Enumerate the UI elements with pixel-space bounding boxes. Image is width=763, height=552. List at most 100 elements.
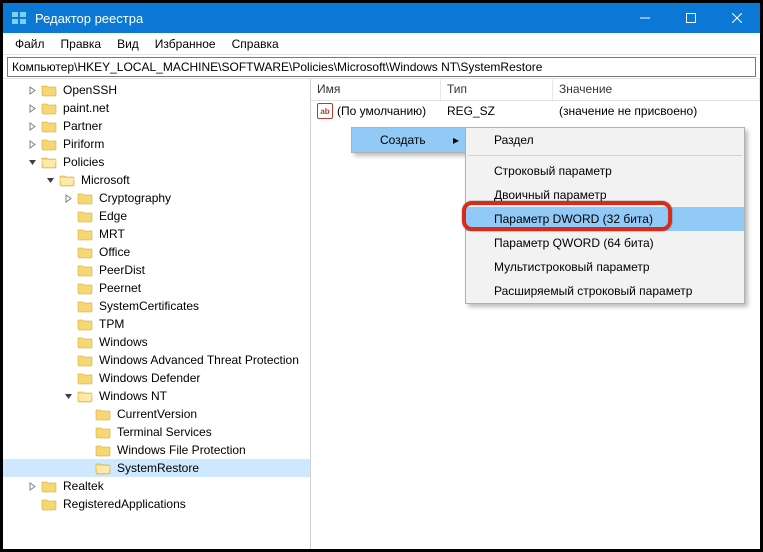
chevron-down-icon[interactable]	[61, 389, 75, 403]
context-menu: Создать ▸	[351, 127, 466, 153]
folder-icon	[41, 155, 57, 169]
tree-item[interactable]: Windows NT	[3, 387, 310, 405]
tree-item[interactable]: Terminal Services	[3, 423, 310, 441]
tree-label: TPM	[97, 317, 126, 331]
tree-item[interactable]: Piriform	[3, 135, 310, 153]
menu-view[interactable]: Вид	[109, 35, 147, 53]
column-value[interactable]: Значение	[553, 79, 760, 100]
column-name[interactable]: Имя	[311, 79, 441, 100]
ctx-new-qword[interactable]: Параметр QWORD (64 бита)	[466, 231, 744, 255]
tree-item[interactable]: Windows Advanced Threat Protection	[3, 351, 310, 369]
chevron-right-icon[interactable]	[25, 101, 39, 115]
tree-item[interactable]: MRT	[3, 225, 310, 243]
tree-label: RegisteredApplications	[61, 497, 188, 511]
tree-label: Partner	[61, 119, 104, 133]
close-button[interactable]	[714, 3, 760, 33]
tree-item[interactable]: Windows Defender	[3, 369, 310, 387]
tree-item[interactable]: TPM	[3, 315, 310, 333]
ctx-create-label: Создать	[380, 133, 426, 147]
column-type[interactable]: Тип	[441, 79, 553, 100]
tree-label: MRT	[97, 227, 127, 241]
chevron-right-icon[interactable]	[61, 191, 75, 205]
chevron-right-icon[interactable]	[25, 119, 39, 133]
string-value-icon: ab	[317, 103, 333, 119]
folder-icon	[77, 335, 93, 349]
chevron-right-icon[interactable]	[25, 137, 39, 151]
menu-help[interactable]: Справка	[224, 35, 287, 53]
address-input[interactable]	[7, 57, 756, 77]
chevron-down-icon[interactable]	[25, 155, 39, 169]
value-name: (По умолчанию)	[337, 104, 426, 118]
tree-label: CurrentVersion	[115, 407, 199, 421]
tree-item[interactable]: paint.net	[3, 99, 310, 117]
tree-label: SystemCertificates	[97, 299, 201, 313]
tree-item[interactable]: SystemRestore	[3, 459, 310, 477]
folder-icon	[77, 371, 93, 385]
tree-item[interactable]: CurrentVersion	[3, 405, 310, 423]
tree-item[interactable]: RegisteredApplications	[3, 495, 310, 513]
folder-icon	[95, 461, 111, 475]
value-type: REG_SZ	[441, 104, 553, 118]
tree-item[interactable]: OpenSSH	[3, 81, 310, 99]
folder-icon	[59, 173, 75, 187]
tree-item[interactable]: Cryptography	[3, 189, 310, 207]
folder-icon	[41, 497, 57, 511]
tree-label: OpenSSH	[61, 83, 119, 97]
chevron-right-icon[interactable]	[25, 83, 39, 97]
tree-item[interactable]: Edge	[3, 207, 310, 225]
context-submenu: Раздел Строковый параметр Двоичный парам…	[465, 127, 745, 304]
folder-icon	[77, 191, 93, 205]
regedit-icon	[11, 10, 27, 26]
list-row-default[interactable]: ab (По умолчанию) REG_SZ (значение не пр…	[311, 101, 760, 121]
folder-icon	[77, 245, 93, 259]
minimize-button[interactable]	[622, 3, 668, 33]
tree-label: Office	[97, 245, 132, 259]
window-title: Редактор реестра	[35, 11, 622, 26]
separator	[468, 155, 742, 156]
folder-icon	[77, 281, 93, 295]
ctx-new-string[interactable]: Строковый параметр	[466, 159, 744, 183]
chevron-down-icon[interactable]	[43, 173, 57, 187]
folder-icon	[77, 263, 93, 277]
tree-item[interactable]: Realtek	[3, 477, 310, 495]
tree-label: Microsoft	[79, 173, 132, 187]
tree-item[interactable]: PeerDist	[3, 261, 310, 279]
tree-item[interactable]: Office	[3, 243, 310, 261]
chevron-right-icon[interactable]	[25, 479, 39, 493]
ctx-create[interactable]: Создать ▸	[352, 128, 465, 152]
ctx-new-dword[interactable]: Параметр DWORD (32 бита)	[466, 207, 744, 231]
menu-edit[interactable]: Правка	[53, 35, 110, 53]
menu-file[interactable]: Файл	[7, 35, 53, 53]
tree-pane[interactable]: OpenSSH paint.net Partner PiriformPolicies M…	[3, 79, 311, 549]
tree-item[interactable]: Microsoft	[3, 171, 310, 189]
tree-label: Windows File Protection	[115, 443, 248, 457]
folder-icon	[77, 389, 93, 403]
maximize-button[interactable]	[668, 3, 714, 33]
tree-label: Windows NT	[97, 389, 169, 403]
tree-label: Edge	[97, 209, 129, 223]
tree-item[interactable]: Peernet	[3, 279, 310, 297]
chevron-right-icon: ▸	[453, 133, 459, 147]
ctx-new-binary[interactable]: Двоичный параметр	[466, 183, 744, 207]
main-area: OpenSSH paint.net Partner PiriformPolicies M…	[3, 79, 760, 549]
ctx-new-key[interactable]: Раздел	[466, 128, 744, 152]
tree-label: Realtek	[61, 479, 106, 493]
tree-label: Windows Defender	[97, 371, 202, 385]
tree-item[interactable]: Windows	[3, 333, 310, 351]
tree-label: SystemRestore	[115, 461, 201, 475]
menu-favorites[interactable]: Избранное	[147, 35, 224, 53]
window-controls	[622, 3, 760, 33]
tree-item[interactable]: Partner	[3, 117, 310, 135]
tree-label: Windows	[97, 335, 150, 349]
list-pane[interactable]: Имя Тип Значение ab (По умолчанию) REG_S…	[311, 79, 760, 549]
tree-label: paint.net	[61, 101, 111, 115]
folder-icon	[95, 443, 111, 457]
ctx-new-multistring[interactable]: Мультистроковый параметр	[466, 255, 744, 279]
ctx-new-expandstring[interactable]: Расширяемый строковый параметр	[466, 279, 744, 303]
folder-icon	[95, 407, 111, 421]
folder-icon	[41, 83, 57, 97]
tree-item[interactable]: SystemCertificates	[3, 297, 310, 315]
tree-item[interactable]: Windows File Protection	[3, 441, 310, 459]
tree-item[interactable]: Policies	[3, 153, 310, 171]
folder-icon	[41, 119, 57, 133]
